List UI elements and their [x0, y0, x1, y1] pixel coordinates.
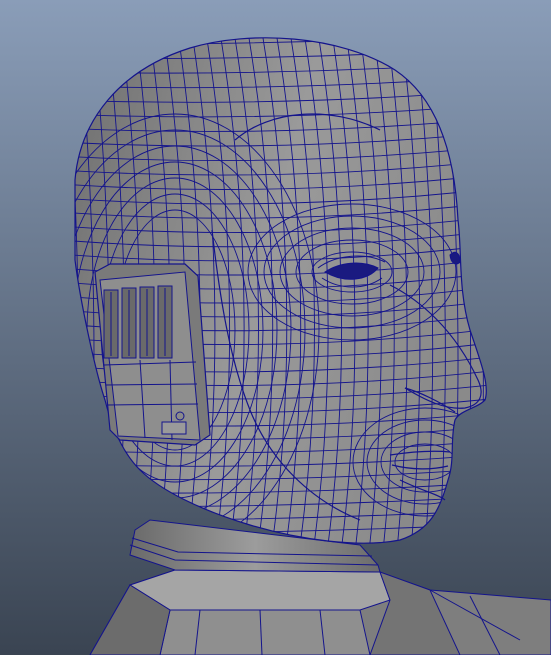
- ear-device: [94, 263, 211, 446]
- scene-canvas[interactable]: [0, 0, 551, 655]
- viewport-3d[interactable]: [0, 0, 551, 655]
